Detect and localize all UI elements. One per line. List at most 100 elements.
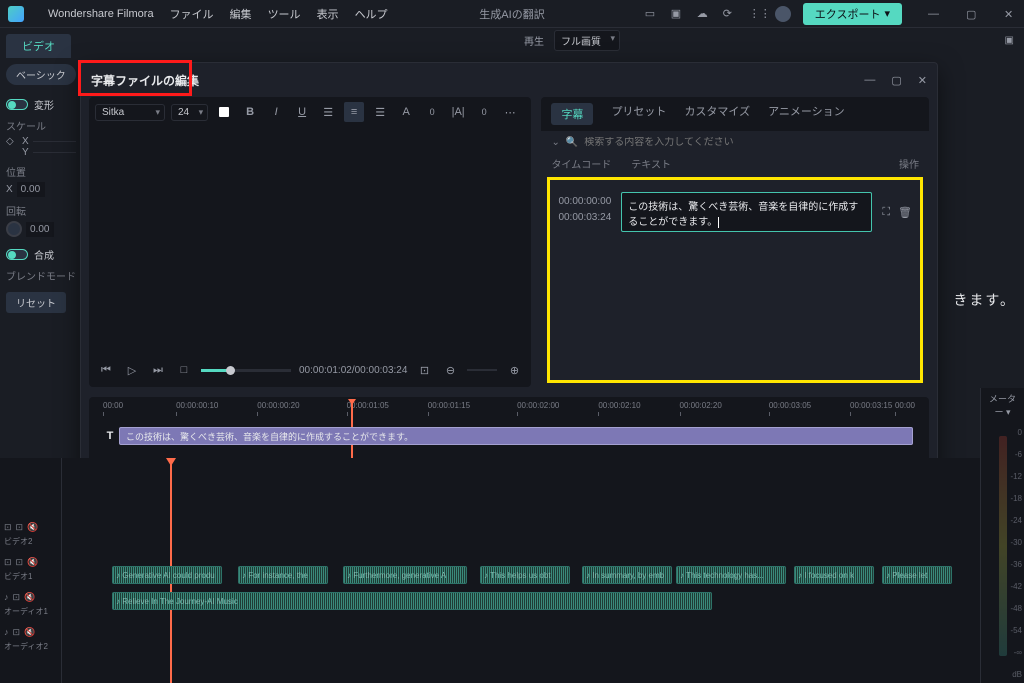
mute-icon[interactable]: 🔇 [27,522,38,533]
font-family-select[interactable]: Sitka [95,104,165,121]
menu-edit[interactable]: 編集 [230,6,252,22]
tab-preset[interactable]: プリセット [611,103,666,125]
menu-file[interactable]: ファイル [170,6,214,22]
composite-label: 合成 [34,247,54,262]
italic-button[interactable]: I [266,102,286,122]
audio-track-2-label: オーディオ2 [0,641,61,652]
letter-a-button[interactable]: A [396,102,416,122]
audio-clip[interactable]: ♪ For instance, the [238,566,328,584]
export-button[interactable]: エクスポート ▾ [803,3,902,25]
font-size-select[interactable]: 24 [171,104,208,121]
tab-customize[interactable]: カスタマイズ [684,103,750,125]
video-tab[interactable]: ビデオ [6,34,71,58]
modal-title: 字幕ファイルの編集 [91,72,199,89]
audio-clip[interactable]: ♪ I focused on k [794,566,874,584]
audio-meter [999,436,1007,656]
menu-help[interactable]: ヘルプ [355,6,388,22]
tab-animation[interactable]: アニメーション [768,103,845,125]
more-button[interactable]: ⋯ [500,102,520,122]
text-track-icon: T [103,430,117,442]
subtitle-start-time[interactable]: 00:00:00:00 [558,196,611,207]
quality-select[interactable]: フル画質 [554,30,620,51]
audio-clip[interactable]: ♪ This helps us obt [480,566,570,584]
subtitle-end-time[interactable]: 00:00:03:24 [558,212,611,223]
align-right-button[interactable]: ☰ [370,102,390,122]
subtitle-row: 00:00:00:00 00:00:03:24 この技術は、驚くべき芸術、音楽を… [558,192,912,232]
composite-toggle[interactable] [6,249,28,260]
line-height-button[interactable]: 0 [474,102,494,122]
zoom-in-button[interactable]: ⊕ [505,361,523,379]
col-ops: 操作 [899,156,919,171]
subtitle-text-input[interactable]: この技術は、驚くべき芸術、音楽を自律的に作成することができます。 [621,192,872,232]
media-icon[interactable]: ▣ [671,7,685,21]
menu-tools[interactable]: ツール [268,6,301,22]
devices-icon[interactable]: ▭ [645,7,659,21]
stop-button[interactable]: □ [175,361,193,379]
scale-label: スケール [6,118,76,133]
reset-button[interactable]: リセット [6,292,66,313]
basic-pill[interactable]: ベーシック [6,64,76,85]
audio-clip[interactable]: ♪ Relieve In The Journey-AI Music [112,592,712,610]
position-label: 位置 [6,164,76,179]
avatar-icon[interactable] [775,6,791,22]
maximize-icon[interactable]: ▢ [966,8,978,20]
zoom-out-button[interactable]: ⊖ [441,361,459,379]
chevron-down-icon[interactable]: ⌄ [551,137,559,148]
audio-clip[interactable]: ♪ Furthermore, generative A [343,566,467,584]
spacing-button[interactable]: 0 [422,102,442,122]
prev-button[interactable]: ⏮ [97,361,115,379]
audio-clip[interactable]: ♪ Please let [882,566,952,584]
color-button[interactable] [214,102,234,122]
kerning-button[interactable]: |A| [448,102,468,122]
modal-close-icon[interactable]: ✕ [918,74,927,87]
tab-subtitle[interactable]: 字幕 [551,103,593,125]
video-track-2-label: ビデオ2 [0,536,61,547]
next-button[interactable]: ⏭ [149,361,167,379]
play-button[interactable]: ▷ [123,361,141,379]
audio-clip[interactable]: ♪ Generative AI could produ [112,566,222,584]
properties-sidebar: ビデオ ベーシック 変形 スケール ◇X Y 位置 X0.00 回転 0.00 … [0,28,82,388]
rotation-label: 回転 [6,203,76,218]
audio-track-1-label: オーディオ1 [0,606,61,617]
modal-ruler[interactable]: 00:00 00:00:00:10 00:00:00:20 00:00:01:0… [103,401,915,421]
snapshot-icon[interactable]: ▣ [1005,35,1014,46]
bold-button[interactable]: B [240,102,260,122]
subtitle-list-panel: 字幕 プリセット カスタマイズ アニメーション ⌄ 🔍 タイムコード テキスト … [541,97,929,387]
music-icon: ♪ [4,592,9,602]
pos-x-value[interactable]: 0.00 [17,182,45,197]
align-left-button[interactable]: ☰ [318,102,338,122]
minimize-icon[interactable]: — [928,8,940,20]
close-icon[interactable]: ✕ [1004,8,1016,20]
safezone-button[interactable]: ⊡ [415,361,433,379]
subtitle-clip[interactable]: この技術は、驚くべき芸術、音楽を自律的に作成することができます。 [119,427,913,445]
video-track-1-label: ビデオ1 [0,571,61,582]
main-timeline: ⊡⊡🔇 ビデオ2 ⊡⊡🔇 ビデオ1 ♪⊡🔇 オーディオ1 ♪⊡🔇 オーディオ2 … [0,458,980,683]
text-editor-area[interactable] [89,127,531,353]
apps-icon[interactable]: ⋮⋮ [749,7,763,21]
eye-icon[interactable]: ⊡ [16,522,24,533]
search-input[interactable] [584,137,919,148]
audio-clip[interactable]: ♪ In summary, by emb [582,566,672,584]
transform-label: 変形 [34,97,54,112]
cloud-icon[interactable]: ☁ [697,7,711,21]
split-icon[interactable]: ⛶ [882,206,890,219]
document-title: 生成AIの翻訳 [479,6,544,22]
transform-toggle[interactable] [6,99,28,110]
preview-text-overflow: きます。 [953,290,1016,310]
app-name: Wondershare Filmora [48,8,154,20]
progress-bar[interactable] [201,369,291,372]
update-icon[interactable]: ⟳ [723,7,737,21]
modal-maximize-icon[interactable]: ▢ [891,74,901,87]
modal-minimize-icon[interactable]: — [864,74,875,87]
menu-view[interactable]: 表示 [317,6,339,22]
rotation-dial[interactable] [6,221,22,237]
audio-clip[interactable]: ♪ This technology has... [676,566,786,584]
app-logo-icon [8,6,24,22]
rotation-value[interactable]: 0.00 [26,222,54,237]
highlight-yellow-box: 00:00:00:00 00:00:03:24 この技術は、驚くべき芸術、音楽を… [547,177,923,383]
lock-icon[interactable]: ⊡ [4,522,12,533]
underline-button[interactable]: U [292,102,312,122]
delete-icon[interactable]: 🗑 [898,206,912,219]
align-center-button[interactable]: ≡ [344,102,364,122]
audio-meter-panel: メーター ▾ 0-6-12-18-24-30-36-42-48-54-∞dB [980,388,1024,683]
